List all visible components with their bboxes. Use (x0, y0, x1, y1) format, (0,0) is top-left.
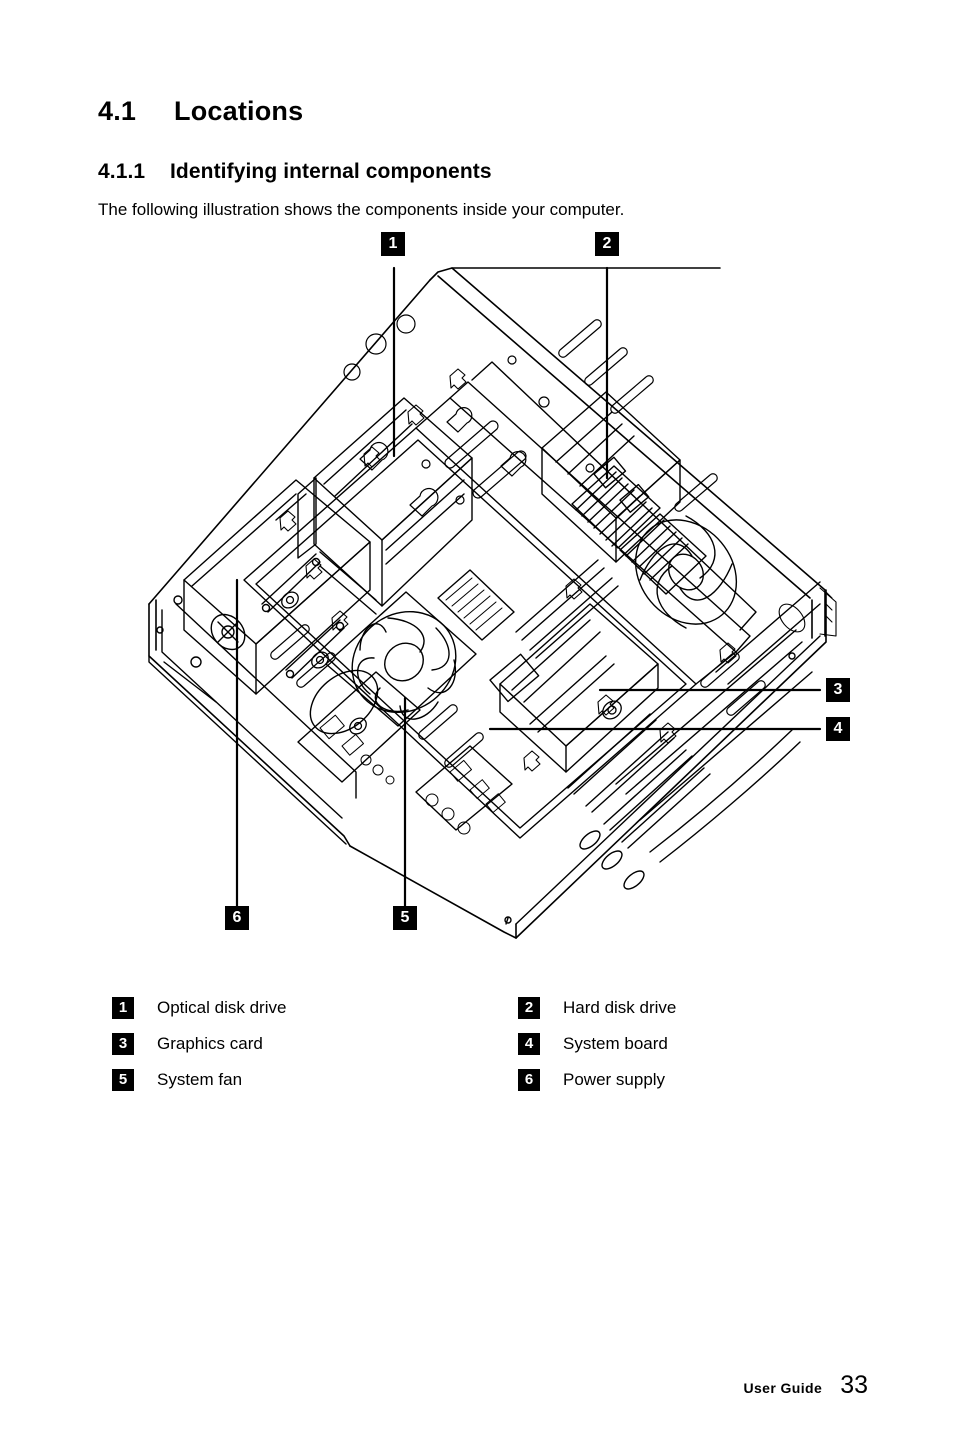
legend-badge: 6 (518, 1069, 540, 1091)
legend-item-graphics-card: 3 Graphics card (112, 1026, 263, 1062)
intro-paragraph: The following illustration shows the com… (98, 200, 625, 219)
legend-item-system-board: 4 System board (518, 1026, 668, 1062)
legend-label: Hard disk drive (563, 998, 677, 1017)
leader-lines (235, 266, 822, 908)
chassis-outer-shell (148, 267, 827, 939)
user-guide-page: 4.1 Locations 4.1.1 Identifying internal c… (0, 0, 954, 1452)
legend-label: Graphics card (157, 1034, 263, 1053)
system-board-surface (437, 559, 619, 703)
legend-item-hard-disk-drive: 2 Hard disk drive (518, 990, 676, 1026)
fan-mount-frame (309, 591, 477, 735)
callout-badge-3: 3 (826, 678, 850, 702)
legend-row: 5 System fan 6 Power supply (112, 1062, 832, 1098)
callout-badge-1: 1 (381, 232, 405, 256)
page-footer: User Guide 33 (743, 1371, 868, 1400)
legend-label: Power supply (563, 1070, 666, 1089)
section-number: 4.1 (98, 96, 137, 126)
system-board-tray (243, 427, 697, 839)
subsection-title: Identifying internal components (170, 160, 492, 183)
callout-badge-4: 4 (826, 717, 850, 741)
footer-page-number: 33 (840, 1371, 868, 1399)
front-panel-connector-cluster (415, 745, 513, 835)
callout-badge-2: 2 (595, 232, 619, 256)
legend-badge: 1 (112, 997, 134, 1019)
legend-row: 3 Graphics card 4 System board (112, 1026, 832, 1062)
legend-item-power-supply: 6 Power supply (518, 1062, 665, 1098)
subsection-heading: 4.1.1 Identifying internal components (98, 160, 492, 184)
legend-item-optical-disk-drive: 1 Optical disk drive (112, 990, 286, 1026)
callout-badge-6: 6 (225, 906, 249, 930)
subsection-number: 4.1.1 (98, 160, 146, 183)
legend-badge: 3 (112, 1033, 134, 1055)
section-heading: 4.1 Locations (98, 96, 303, 127)
legend-label: System board (563, 1034, 668, 1053)
legend-badge: 4 (518, 1033, 540, 1055)
power-supply-unit (183, 479, 371, 695)
callout-badge-5: 5 (393, 906, 417, 930)
system-fan (351, 610, 457, 720)
chassis-illustration: 1 2 3 4 5 6 (120, 232, 850, 962)
footer-label: User Guide (743, 1380, 823, 1396)
section-title: Locations (174, 96, 304, 126)
legend-badge: 5 (112, 1069, 134, 1091)
legend-item-system-fan: 5 System fan (112, 1062, 242, 1098)
component-legend: 1 Optical disk drive 2 Hard disk drive 3… (112, 990, 832, 1098)
legend-label: System fan (157, 1070, 243, 1089)
legend-row: 1 Optical disk drive 2 Hard disk drive (112, 990, 832, 1026)
legend-label: Optical disk drive (157, 998, 287, 1017)
chassis-bottom-edge (504, 635, 821, 925)
legend-badge: 2 (518, 997, 540, 1019)
